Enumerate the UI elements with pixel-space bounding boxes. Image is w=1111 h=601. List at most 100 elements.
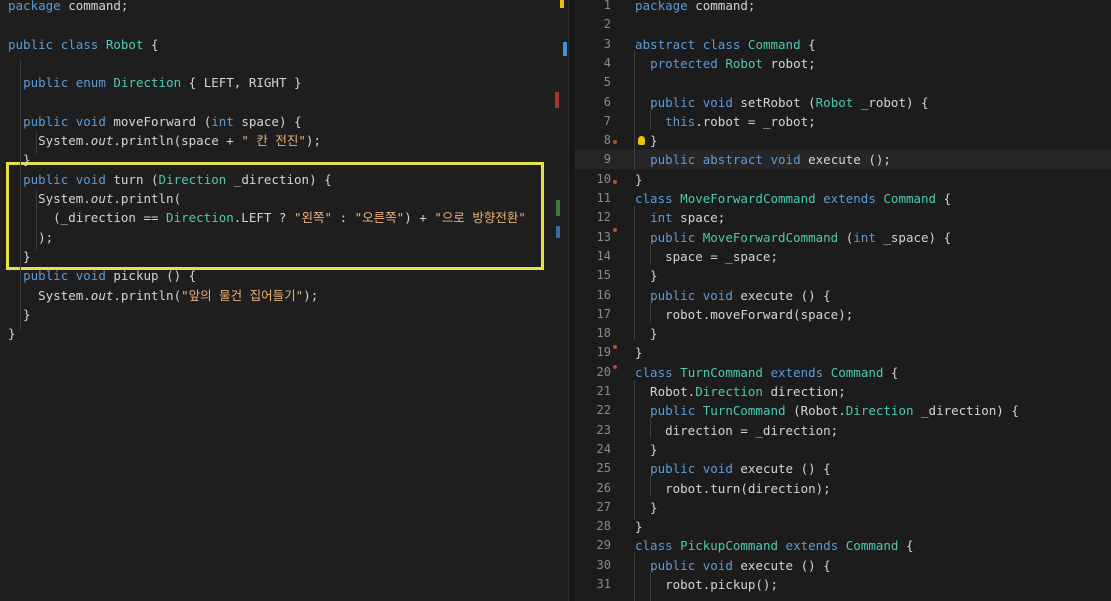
code-row[interactable]: 4 protected Robot robot; xyxy=(575,54,1111,73)
indent-guide xyxy=(650,110,651,130)
code-row[interactable]: 3 abstract class Command { xyxy=(575,35,1111,54)
code-text[interactable]: Robot.Direction direction; xyxy=(635,382,846,401)
code-text[interactable]: } xyxy=(635,517,643,536)
code-text[interactable]: protected Robot robot; xyxy=(635,54,816,73)
code-line[interactable]: System.out.println( xyxy=(8,189,181,208)
code-row[interactable]: 2 xyxy=(575,15,1111,34)
indent-guide xyxy=(36,190,37,250)
code-line[interactable]: public class Robot { xyxy=(8,35,159,54)
code-row[interactable]: 22 public TurnCommand (Robot.Direction _… xyxy=(575,401,1111,420)
line-number: 7 xyxy=(603,113,611,128)
line-number: 8 xyxy=(603,133,611,148)
code-line[interactable]: package command; xyxy=(8,0,128,15)
code-row[interactable]: 7 this.robot = _robot; xyxy=(575,112,1111,131)
code-text[interactable]: space = _space; xyxy=(635,247,778,266)
line-number: 20 xyxy=(596,364,611,379)
indent-guide xyxy=(634,380,635,520)
code-row[interactable]: 5 xyxy=(575,73,1111,92)
code-row[interactable]: 29 class PickupCommand extends Command { xyxy=(575,536,1111,555)
code-row[interactable]: 18 } xyxy=(575,324,1111,343)
code-text[interactable]: public void execute () { xyxy=(635,286,831,305)
code-text[interactable]: } xyxy=(635,170,643,189)
code-text[interactable]: } xyxy=(635,498,658,517)
code-row[interactable]: 12 int space; xyxy=(575,208,1111,227)
code-text[interactable]: direction = _direction; xyxy=(635,421,838,440)
line-number: 11 xyxy=(596,191,611,205)
indent-guide xyxy=(650,573,651,601)
code-text[interactable]: public void setRobot (Robot _robot) { xyxy=(635,93,929,112)
code-text[interactable]: robot.moveForward(space); xyxy=(635,305,853,324)
code-line[interactable]: public void moveForward (int space) { xyxy=(8,112,301,131)
code-row[interactable]: 17 robot.moveForward(space); xyxy=(575,305,1111,324)
gutter-dot xyxy=(613,140,617,144)
code-row[interactable]: 28} xyxy=(575,517,1111,536)
line-number: 30 xyxy=(596,557,611,572)
code-row[interactable]: 16 public void execute () { xyxy=(575,286,1111,305)
gutter-marker xyxy=(556,226,560,238)
gutter-marker xyxy=(563,42,567,56)
code-text[interactable]: class TurnCommand extends Command { xyxy=(635,363,898,382)
code-text[interactable]: package command; xyxy=(635,0,755,15)
code-line[interactable]: ); xyxy=(8,228,53,247)
line-number: 13 xyxy=(596,229,611,244)
code-row[interactable]: 13 public MoveForwardCommand (int _space… xyxy=(575,228,1111,247)
code-line[interactable]: public enum Direction { LEFT, RIGHT } xyxy=(8,73,301,92)
code-row[interactable]: 24 } xyxy=(575,440,1111,459)
code-line[interactable]: (_direction == Direction.LEFT ? "왼쪽" : "… xyxy=(8,208,526,227)
line-number: 18 xyxy=(596,326,611,341)
code-row[interactable]: 25 public void execute () { xyxy=(575,459,1111,478)
code-text[interactable]: public TurnCommand (Robot.Direction _dir… xyxy=(635,401,1019,420)
lightbulb-icon[interactable] xyxy=(638,136,645,146)
line-number: 24 xyxy=(596,441,611,456)
code-text[interactable]: public abstract void execute (); xyxy=(635,150,891,169)
code-row[interactable]: 15 } xyxy=(575,266,1111,285)
code-text[interactable]: } xyxy=(635,343,643,362)
code-text[interactable]: public void execute () { xyxy=(635,459,831,478)
code-text[interactable]: robot.pickup(); xyxy=(635,575,778,594)
code-text[interactable]: public void execute () { xyxy=(635,556,831,575)
code-line[interactable]: System.out.println(space + " 칸 전진"); xyxy=(8,131,321,150)
code-line[interactable]: } xyxy=(8,324,16,343)
code-text[interactable]: class PickupCommand extends Command { xyxy=(635,536,914,555)
gutter-marker xyxy=(555,92,559,108)
indent-guide xyxy=(20,60,21,330)
indent-guide xyxy=(634,206,635,340)
code-row[interactable]: 30 public void execute () { xyxy=(575,556,1111,575)
code-row[interactable]: 21 Robot.Direction direction; xyxy=(575,382,1111,401)
code-row[interactable]: 31 robot.pickup(); xyxy=(575,575,1111,594)
line-number: 21 xyxy=(596,384,611,398)
code-text[interactable]: robot.turn(direction); xyxy=(635,479,831,498)
code-text[interactable]: class MoveForwardCommand extends Command… xyxy=(635,189,951,208)
code-text[interactable]: int space; xyxy=(635,208,725,227)
code-row[interactable]: 11 class MoveForwardCommand extends Comma… xyxy=(575,189,1111,208)
line-number: 25 xyxy=(596,461,611,476)
code-line[interactable]: public void turn (Direction _direction) … xyxy=(8,170,332,189)
right-editor-pane[interactable]: 1 package command; 2 3 abstract class Comman… xyxy=(575,0,1111,601)
code-row[interactable]: 8 } xyxy=(575,131,1111,150)
code-text[interactable]: } xyxy=(635,324,658,343)
code-row[interactable]: 19} xyxy=(575,343,1111,362)
code-text[interactable]: } xyxy=(635,266,658,285)
code-text[interactable]: } xyxy=(635,440,658,459)
code-row[interactable]: 9 public abstract void execute (); xyxy=(575,150,1111,169)
code-row[interactable]: 27 } xyxy=(575,498,1111,517)
line-number: 3 xyxy=(603,36,611,51)
code-line[interactable]: System.out.println("앞의 물건 집어들기"); xyxy=(8,286,318,305)
code-text[interactable]: this.robot = _robot; xyxy=(635,112,816,131)
code-row[interactable]: 10} xyxy=(575,170,1111,189)
code-row[interactable]: 20 class TurnCommand extends Command { xyxy=(575,363,1111,382)
line-number: 14 xyxy=(596,248,611,263)
line-number: 27 xyxy=(596,499,611,514)
line-number: 28 xyxy=(596,519,611,534)
code-row[interactable]: 26 robot.turn(direction); xyxy=(575,479,1111,498)
code-row[interactable]: 1 package command; xyxy=(575,0,1111,15)
code-row[interactable]: 14 space = _space; xyxy=(575,247,1111,266)
code-line[interactable]: public void pickup () { xyxy=(8,266,196,285)
left-editor-pane[interactable]: package command; public class Robot { pub… xyxy=(0,0,568,601)
indent-guide xyxy=(650,476,651,496)
code-text[interactable]: abstract class Command { xyxy=(635,35,816,54)
code-text[interactable]: public MoveForwardCommand (int _space) { xyxy=(635,228,951,247)
code-row[interactable]: 23 direction = _direction; xyxy=(575,421,1111,440)
line-number: 9 xyxy=(603,152,611,167)
code-row[interactable]: 6 public void setRobot (Robot _robot) { xyxy=(575,93,1111,112)
